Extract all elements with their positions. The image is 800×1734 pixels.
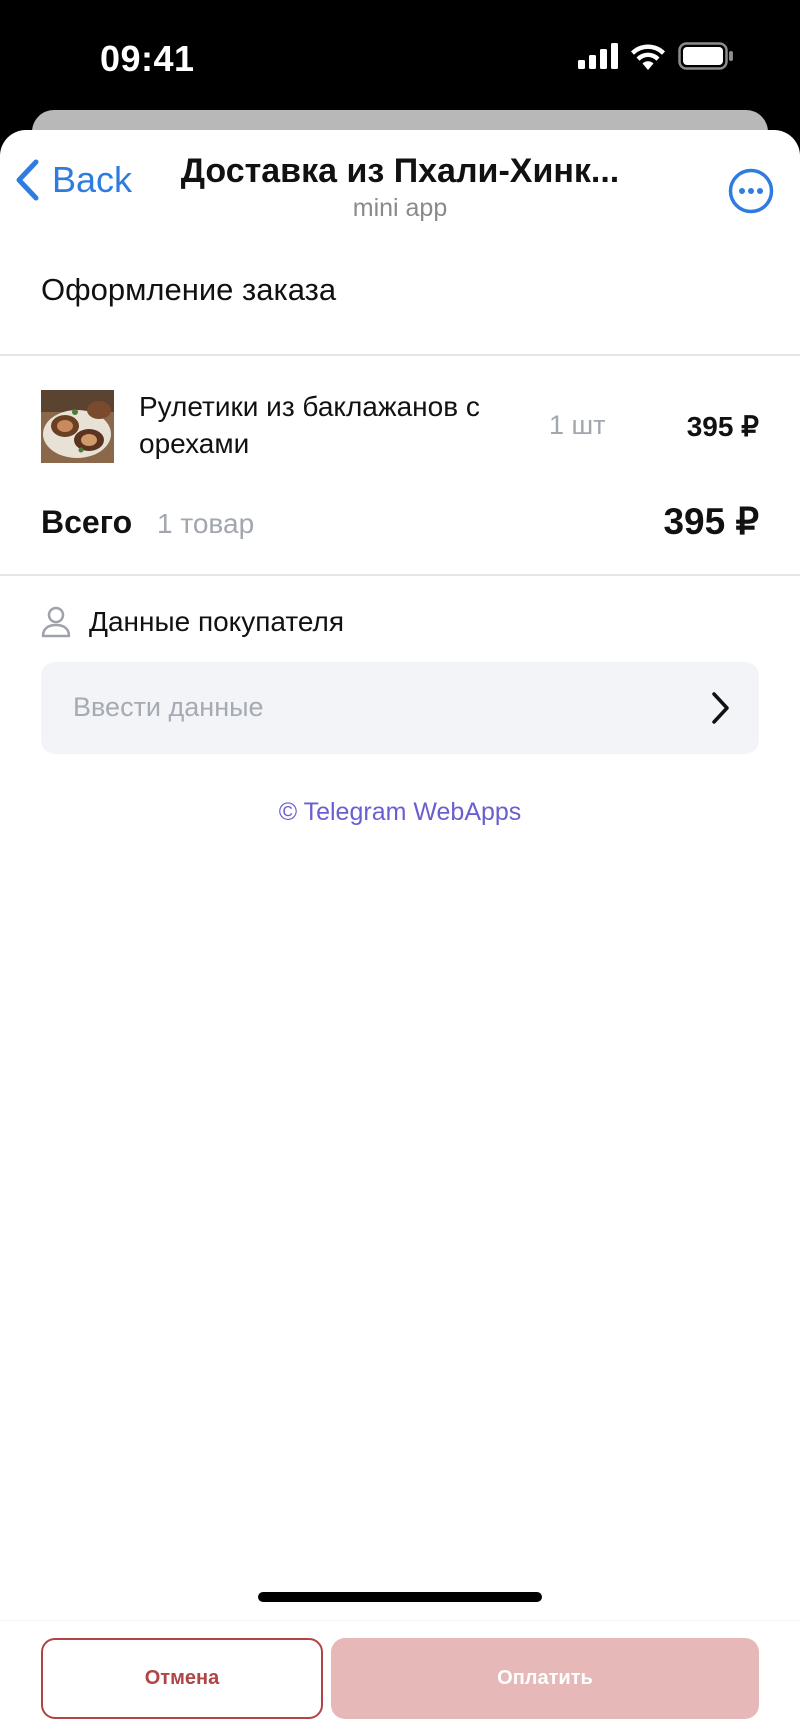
- divider: [0, 574, 800, 576]
- status-time: 09:41: [100, 38, 195, 79]
- eggplant-rolls-photo: [41, 390, 114, 463]
- item-image: [41, 390, 114, 463]
- back-button[interactable]: Back: [14, 158, 132, 202]
- item-price: 395 ₽: [686, 411, 759, 442]
- item-quantity: 1 шт: [549, 410, 606, 440]
- chevron-left-icon: [16, 159, 39, 201]
- mini-app-sheet: Back Доставка из Пхали-Хинк... mini app …: [0, 130, 800, 1734]
- home-indicator: [258, 1592, 542, 1602]
- page-title: Оформление заказа: [41, 272, 337, 307]
- nav-title: Доставка из Пхали-Хинк...: [180, 152, 620, 190]
- buyer-section-header: Данные покупателя: [41, 606, 344, 638]
- battery-icon: [678, 42, 733, 70]
- item-name: Рулетики из баклажанов с орехами: [139, 391, 480, 459]
- buyer-data-placeholder: Ввести данные: [73, 692, 264, 722]
- total-count: 1 товар: [157, 508, 255, 539]
- total-price: 395 ₽: [663, 501, 759, 542]
- cellular-signal-icon: [578, 43, 618, 69]
- pay-button[interactable]: Оплатить: [331, 1638, 759, 1719]
- back-label: Back: [52, 159, 133, 200]
- navigation-bar: Back Доставка из Пхали-Хинк... mini app: [0, 130, 800, 230]
- status-icons: [578, 42, 734, 70]
- telegram-webapps-link[interactable]: © Telegram WebApps: [0, 798, 800, 827]
- cancel-button[interactable]: Отмена: [41, 1638, 323, 1719]
- wifi-icon: [631, 43, 665, 70]
- nav-subtitle: mini app: [352, 194, 448, 222]
- user-icon: [41, 606, 71, 638]
- divider: [0, 354, 800, 356]
- bottom-action-bar: Отмена Оплатить: [0, 1620, 800, 1734]
- total-label: Всего: [41, 504, 133, 540]
- more-dots-icon[interactable]: [728, 168, 774, 214]
- chevron-right-icon: [712, 692, 729, 724]
- order-item-row: Рулетики из баклажанов с орехами 1 шт 39…: [41, 388, 759, 468]
- buyer-data-field[interactable]: Ввести данные: [41, 662, 759, 754]
- buyer-section-label: Данные покупателя: [89, 606, 345, 637]
- status-bar: 09:41: [0, 0, 800, 110]
